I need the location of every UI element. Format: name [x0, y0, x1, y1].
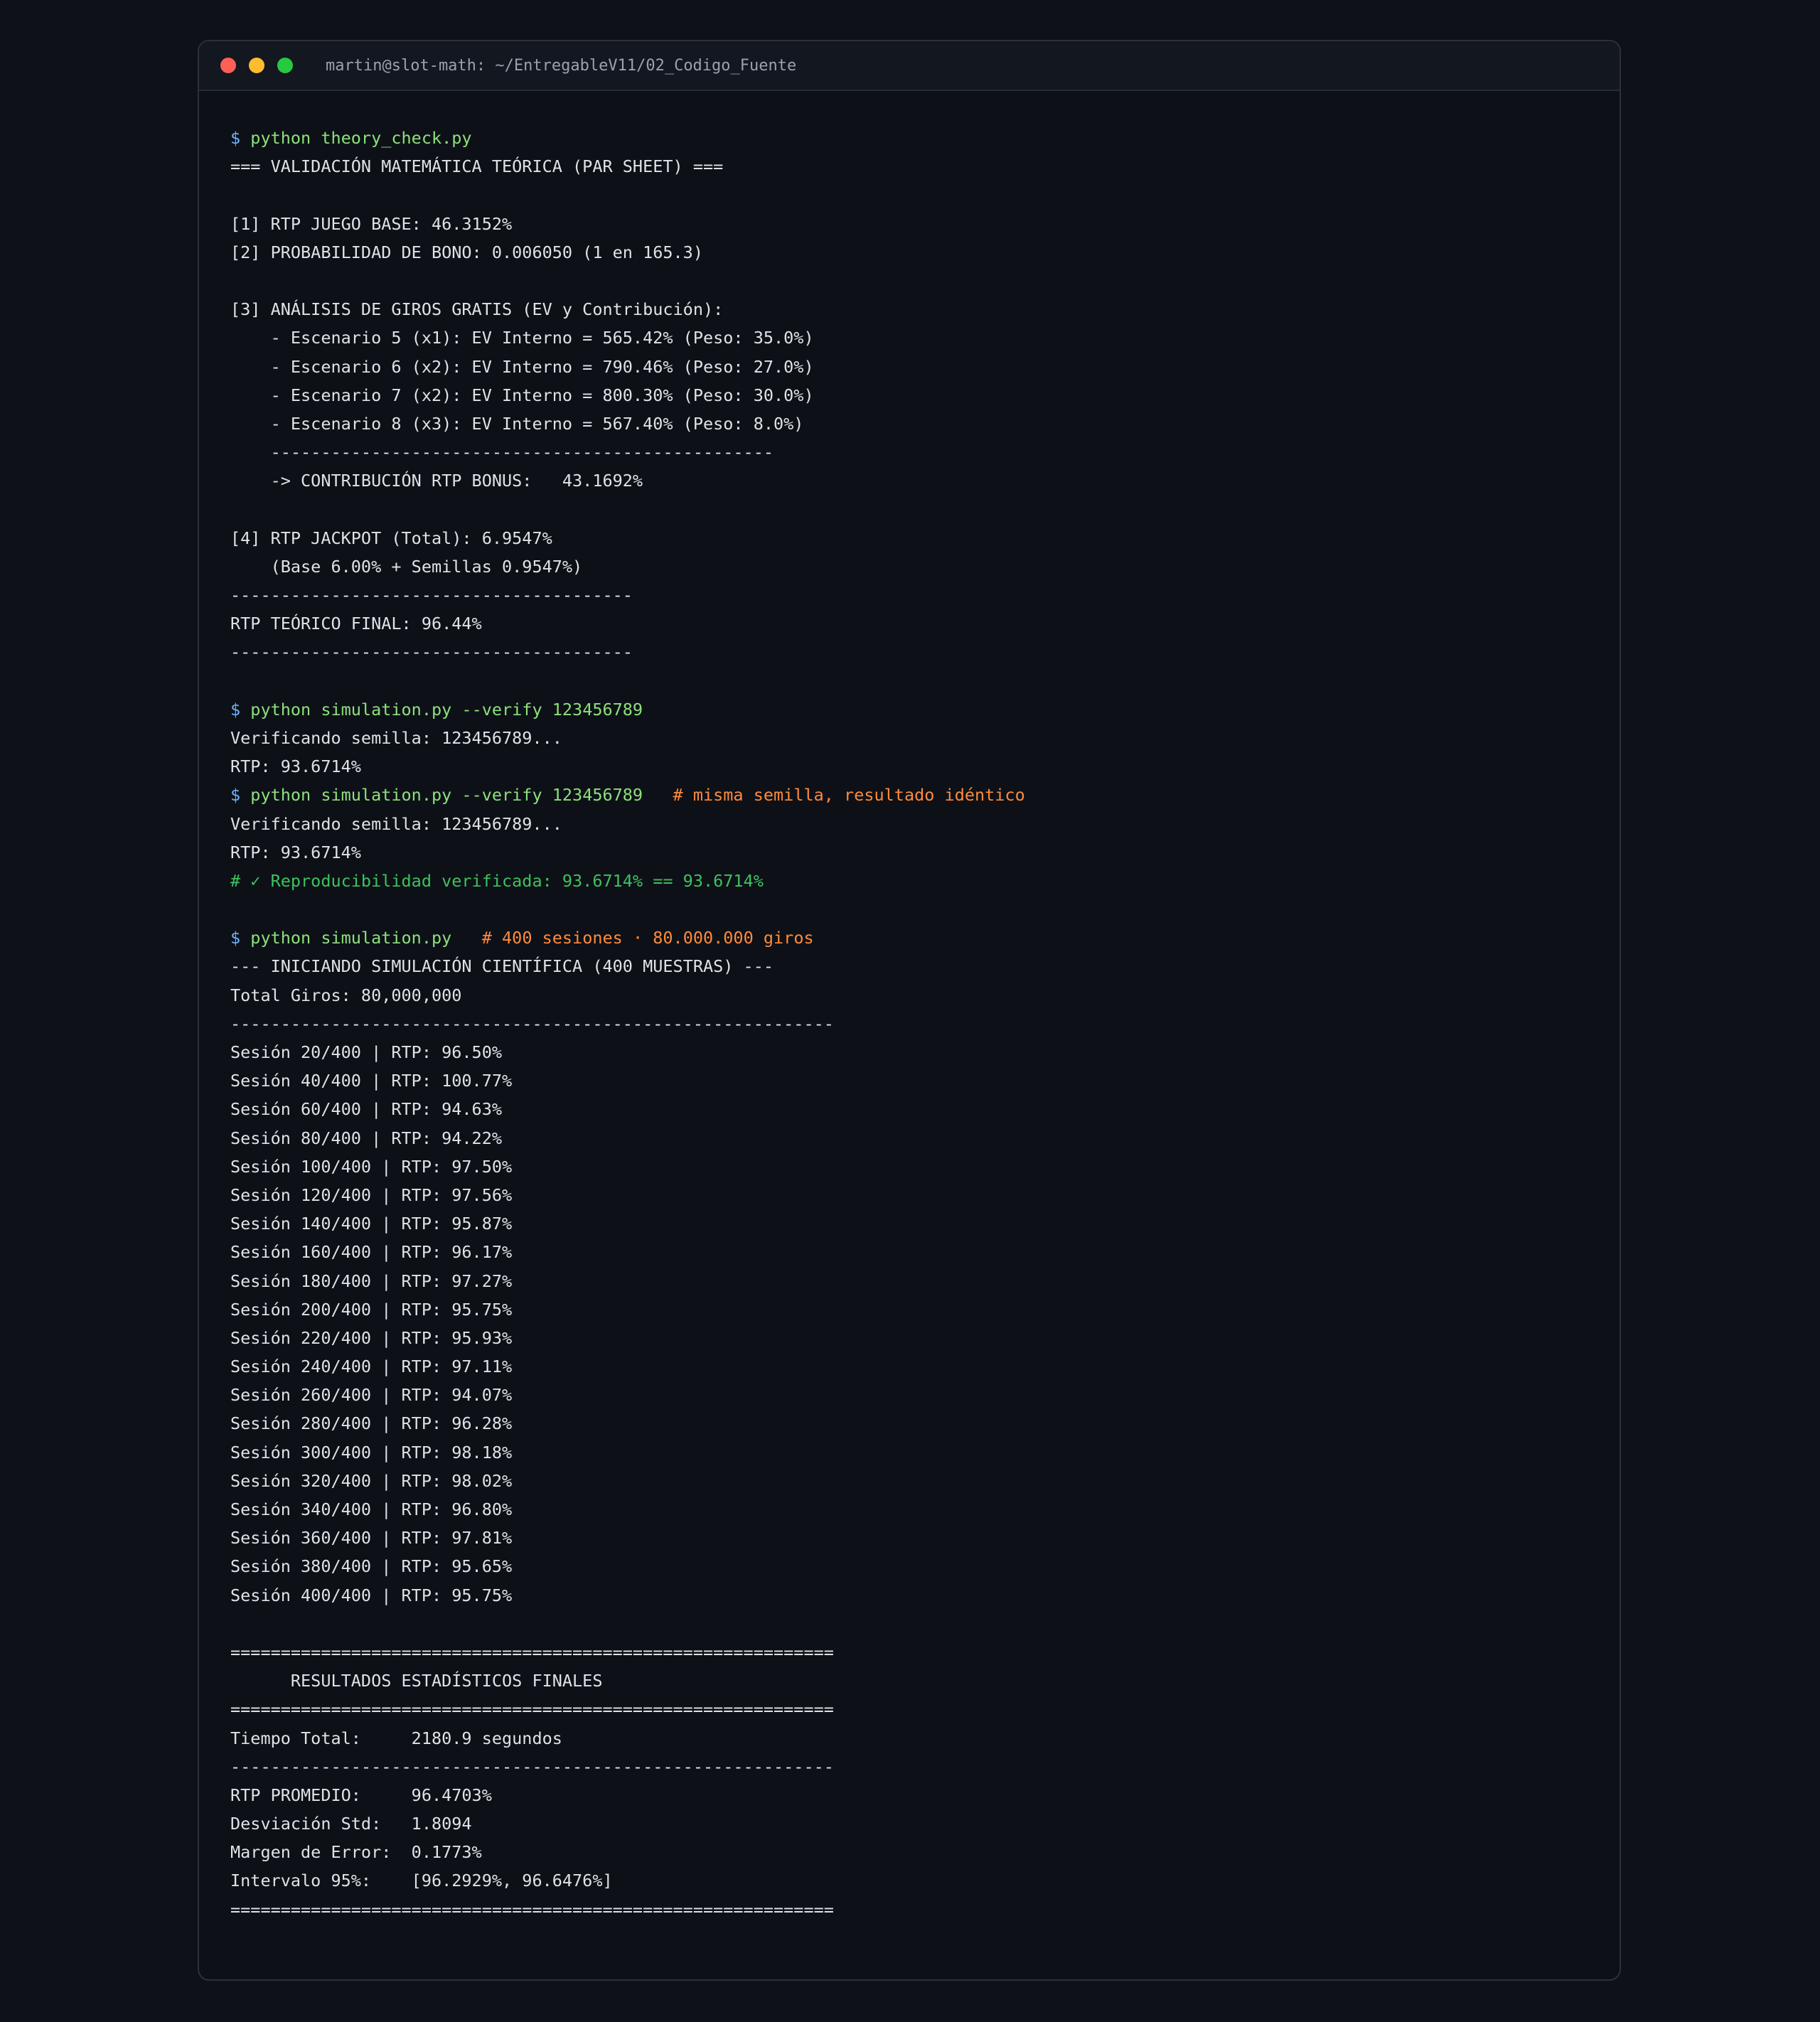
output-line: Intervalo 95%: [96.2929%, 96.6476%]	[230, 1871, 613, 1891]
output-line: Total Giros: 80,000,000	[230, 985, 462, 1005]
output-line: === VALIDACIÓN MATEMÁTICA TEÓRICA (PAR S…	[230, 156, 724, 177]
output-line: RTP PROMEDIO: 96.4703%	[230, 1785, 492, 1805]
output-line: - Escenario 7 (x2): EV Interno = 800.30%…	[230, 385, 814, 405]
prompt-symbol: $	[230, 128, 241, 148]
output-line: Desviación Std: 1.8094	[230, 1814, 472, 1834]
command-line: $ python theory_check.py	[230, 124, 1620, 152]
output-line: Sesión 340/400 | RTP: 96.80%	[230, 1499, 513, 1519]
command-comment: # misma semilla, resultado idéntico	[643, 785, 1025, 806]
output-line: RESULTADOS ESTADÍSTICOS FINALES	[230, 1671, 603, 1691]
output-line: Sesión 20/400 | RTP: 96.50%	[230, 1042, 503, 1062]
prompt-symbol: $	[230, 928, 241, 948]
command-text: python simulation.py --verify 123456789	[240, 699, 643, 720]
output-line: Tiempo Total: 2180.9 segundos	[230, 1728, 562, 1748]
output-line: Margen de Error: 0.1773%	[230, 1842, 482, 1863]
command-comment: # 400 sesiones · 80.000.000 giros	[451, 928, 814, 948]
output-line: ========================================…	[230, 1642, 834, 1662]
output-line: ----------------------------------------…	[230, 1013, 834, 1034]
output-line: Verificando semilla: 123456789...	[230, 813, 562, 834]
output-line: -> CONTRIBUCIÓN RTP BONUS: 43.1692%	[230, 471, 643, 491]
maximize-button[interactable]	[277, 58, 293, 73]
output-line: Sesión 220/400 | RTP: 95.93%	[230, 1327, 513, 1348]
prompt-symbol: $	[230, 785, 241, 806]
output-line: - Escenario 6 (x2): EV Interno = 790.46%…	[230, 356, 814, 377]
terminal-output[interactable]: $ python theory_check.py === VALIDACIÓN M…	[199, 91, 1620, 1924]
output-line: [4] RTP JACKPOT (Total): 6.9547%	[230, 528, 552, 548]
output-line: ----------------------------------------	[230, 585, 633, 605]
output-line: [3] ANÁLISIS DE GIROS GRATIS (EV y Contr…	[230, 299, 724, 320]
output-line: Sesión 280/400 | RTP: 96.28%	[230, 1413, 513, 1434]
output-line: --- INICIANDO SIMULACIÓN CIENTÍFICA (400…	[230, 956, 774, 977]
output-line: RTP: 93.6714%	[230, 756, 361, 777]
output-line: Sesión 300/400 | RTP: 98.18%	[230, 1442, 513, 1462]
command-line: $ python simulation.py --verify 12345678…	[230, 695, 1620, 724]
output-line: Sesión 200/400 | RTP: 95.75%	[230, 1299, 513, 1320]
output-line: Sesión 100/400 | RTP: 97.50%	[230, 1156, 513, 1177]
command-text: python theory_check.py	[240, 128, 472, 148]
output-line: Sesión 400/400 | RTP: 95.75%	[230, 1585, 513, 1605]
output-line: [1] RTP JUEGO BASE: 46.3152%	[230, 213, 513, 234]
output-line: Sesión 240/400 | RTP: 97.11%	[230, 1357, 513, 1377]
output-line: - Escenario 8 (x3): EV Interno = 567.40%…	[230, 413, 804, 434]
output-line: Sesión 140/400 | RTP: 95.87%	[230, 1214, 513, 1234]
output-line: RTP: 93.6714%	[230, 842, 361, 862]
command-text: python simulation.py	[240, 928, 452, 948]
terminal-window: martin@slot-math: ~/EntregableV11/02_Cod…	[198, 40, 1621, 1981]
output-line: ----------------------------------------…	[230, 1756, 834, 1777]
output-line: [2] PROBABILIDAD DE BONO: 0.006050 (1 en…	[230, 242, 703, 262]
prompt-symbol: $	[230, 699, 241, 720]
output-line: RTP TEÓRICO FINAL: 96.44%	[230, 614, 482, 634]
output-line: Sesión 360/400 | RTP: 97.81%	[230, 1528, 513, 1548]
close-button[interactable]	[220, 58, 236, 73]
output-line: (Base 6.00% + Semillas 0.9547%)	[230, 556, 583, 577]
output-line: ----------------------------------------…	[230, 442, 774, 463]
output-line: ========================================…	[230, 1699, 834, 1720]
output-line: Sesión 160/400 | RTP: 96.17%	[230, 1242, 513, 1263]
output-line: - Escenario 5 (x1): EV Interno = 565.42%…	[230, 328, 814, 348]
command-line: $ python simulation.py --verify 12345678…	[230, 781, 1620, 809]
output-line: Sesión 60/400 | RTP: 94.63%	[230, 1099, 503, 1120]
command-text: python simulation.py --verify 123456789	[240, 785, 643, 806]
title-bar: martin@slot-math: ~/EntregableV11/02_Cod…	[199, 41, 1620, 91]
output-line: Sesión 180/400 | RTP: 97.27%	[230, 1271, 513, 1291]
minimize-button[interactable]	[249, 58, 264, 73]
success-comment-line: # ✓ Reproducibilidad verificada: 93.6714…	[230, 870, 764, 891]
output-line: ========================================…	[230, 1899, 834, 1920]
output-line: Sesión 260/400 | RTP: 94.07%	[230, 1385, 513, 1406]
output-line: Sesión 320/400 | RTP: 98.02%	[230, 1470, 513, 1491]
output-line: Sesión 120/400 | RTP: 97.56%	[230, 1184, 513, 1205]
output-line: Sesión 40/400 | RTP: 100.77%	[230, 1071, 513, 1091]
output-line: Sesión 80/400 | RTP: 94.22%	[230, 1128, 503, 1148]
output-line: ----------------------------------------	[230, 642, 633, 663]
output-line: Sesión 380/400 | RTP: 95.65%	[230, 1556, 513, 1577]
command-line: $ python simulation.py # 400 sesiones · …	[230, 924, 1620, 952]
window-title: martin@slot-math: ~/EntregableV11/02_Cod…	[326, 56, 797, 75]
output-line: Verificando semilla: 123456789...	[230, 727, 562, 748]
